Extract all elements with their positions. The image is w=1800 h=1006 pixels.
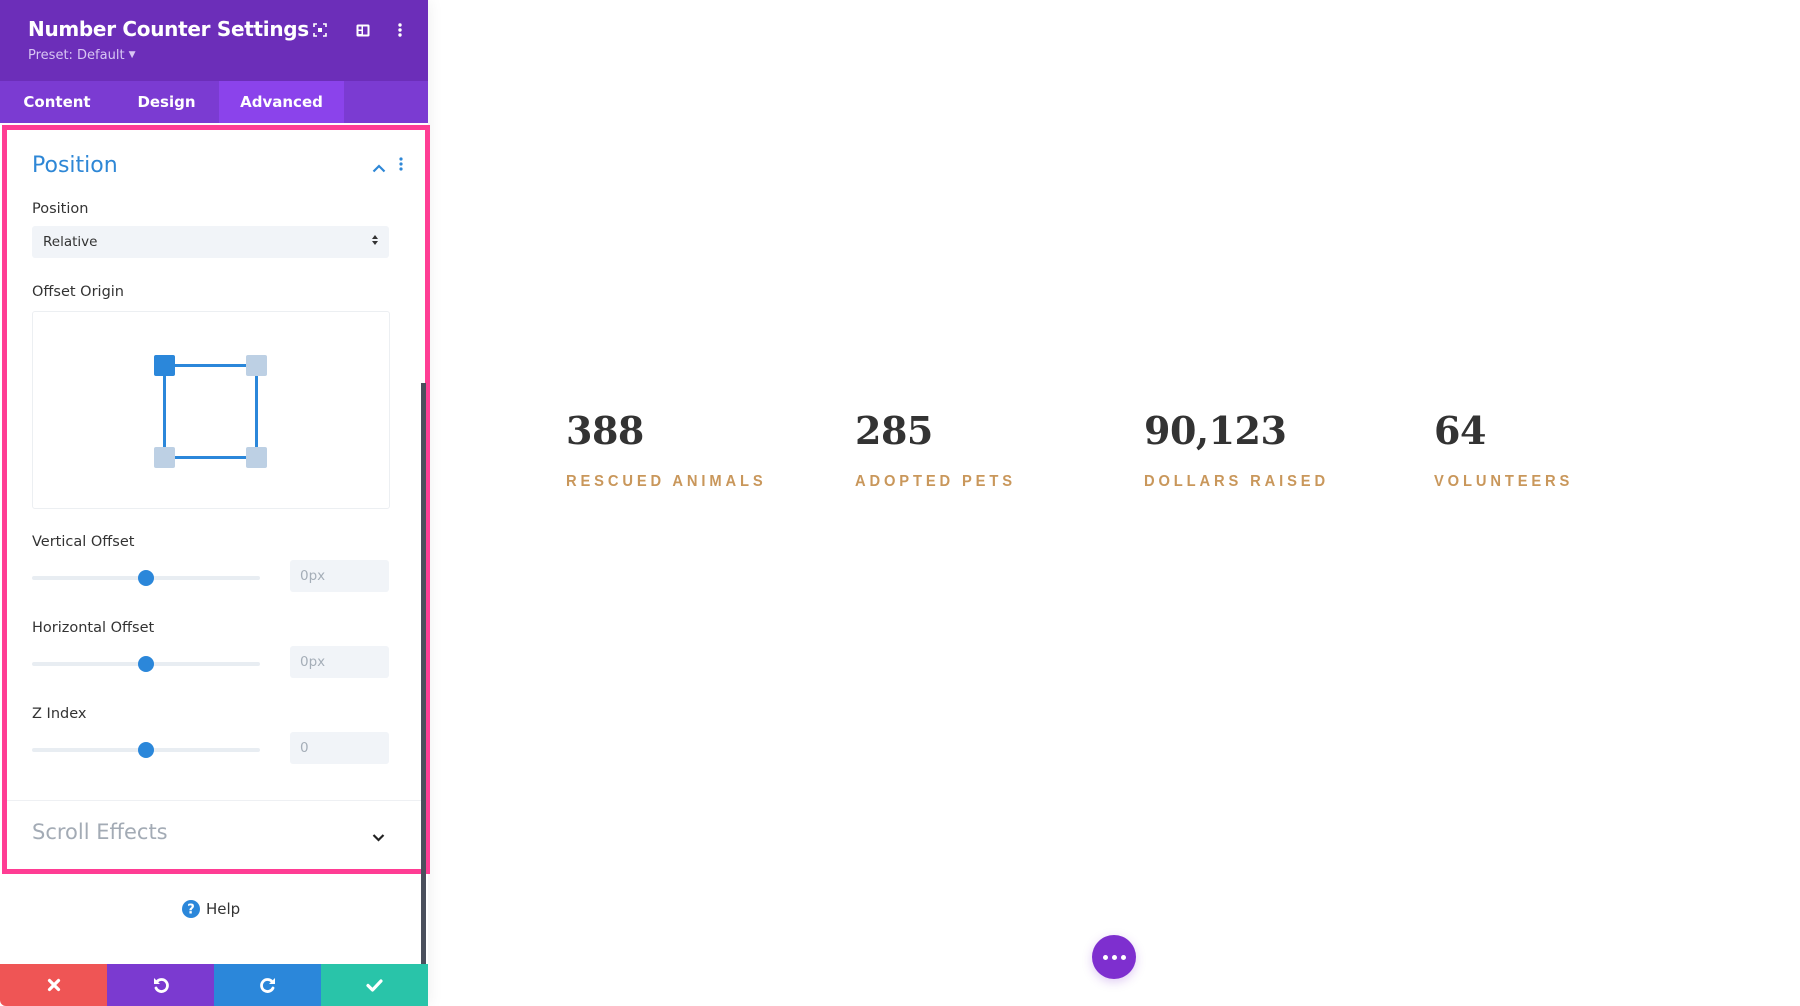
dot-icon — [1111, 954, 1117, 960]
counter-label: DOLLARS RAISED — [1144, 473, 1329, 490]
counter-number: 64 — [1434, 408, 1486, 453]
counter-number: 388 — [566, 408, 644, 453]
preset-label: Preset: Default — [28, 48, 125, 63]
horizontal-offset-slider[interactable] — [32, 654, 260, 674]
origin-frame-top — [164, 364, 257, 367]
settings-panel: Number Counter Settings Preset: Default ▼… — [0, 0, 430, 1006]
z-index-input[interactable] — [290, 732, 389, 764]
slider-thumb[interactable] — [138, 742, 154, 758]
undo-icon — [153, 978, 169, 993]
page-options-button[interactable] — [1092, 935, 1136, 979]
slider-thumb[interactable] — [138, 570, 154, 586]
origin-frame-left — [163, 365, 166, 458]
save-button[interactable] — [321, 964, 428, 1006]
origin-bottom-left[interactable] — [154, 447, 175, 468]
svg-text:?: ? — [187, 903, 195, 918]
chevron-up-icon[interactable] — [372, 160, 386, 178]
origin-frame-bottom — [164, 456, 257, 459]
horizontal-offset-input[interactable] — [290, 646, 389, 678]
tab-content[interactable]: Content — [0, 81, 114, 123]
chevron-down-icon[interactable] — [372, 829, 385, 847]
offset-origin-label: Offset Origin — [32, 284, 124, 300]
action-bar — [0, 964, 428, 1006]
offset-origin-picker — [32, 311, 390, 509]
z-index-slider[interactable] — [32, 740, 260, 760]
counter-number: 285 — [855, 408, 933, 453]
split-view-icon[interactable] — [353, 20, 373, 40]
counter-label: RESCUED ANIMALS — [566, 473, 767, 490]
caret-down-icon: ▼ — [128, 50, 136, 60]
close-icon — [47, 978, 60, 992]
check-icon — [366, 978, 383, 992]
select-arrows-icon — [371, 233, 379, 252]
horizontal-offset-label: Horizontal Offset — [32, 620, 155, 636]
dot-icon — [1102, 954, 1108, 960]
help-label: Help — [206, 900, 241, 918]
undo-button[interactable] — [107, 964, 214, 1006]
preset-dropdown[interactable]: Preset: Default ▼ — [28, 48, 135, 63]
vertical-offset-label: Vertical Offset — [32, 534, 135, 550]
counter-adopted-pets[interactable]: 285 ADOPTED PETS — [855, 408, 1030, 491]
counter-label: ADOPTED PETS — [855, 473, 1016, 490]
panel-tabs: Content Design Advanced — [0, 81, 428, 123]
section-divider — [5, 800, 421, 801]
counter-volunteers[interactable]: 64 VOLUNTEERS — [1434, 408, 1585, 491]
origin-top-left[interactable] — [154, 355, 175, 376]
counter-label: VOLUNTEERS — [1434, 473, 1574, 490]
vertical-offset-slider[interactable] — [32, 568, 260, 588]
z-index-label: Z Index — [32, 706, 87, 722]
origin-frame-right — [255, 365, 258, 458]
origin-frame — [154, 355, 267, 468]
origin-top-right[interactable] — [246, 355, 267, 376]
slider-thumb[interactable] — [138, 656, 154, 672]
scroll-effects-section-title[interactable]: Scroll Effects — [32, 820, 168, 844]
panel-header: Number Counter Settings Preset: Default ▼ — [0, 0, 428, 81]
counter-dollars-raised[interactable]: 90,123 DOLLARS RAISED — [1144, 408, 1345, 491]
position-select[interactable]: Relative — [32, 226, 389, 258]
counter-number: 90,123 — [1144, 408, 1287, 453]
position-label: Position — [32, 201, 89, 217]
position-section-title[interactable]: Position — [32, 153, 118, 178]
redo-icon — [259, 978, 275, 993]
position-select-value: Relative — [43, 234, 98, 250]
help-link[interactable]: ? Help — [182, 900, 240, 918]
tab-design[interactable]: Design — [114, 81, 219, 123]
panel-title: Number Counter Settings — [28, 17, 309, 41]
dot-icon — [1120, 954, 1126, 960]
redo-button[interactable] — [214, 964, 321, 1006]
more-options-icon[interactable] — [390, 20, 410, 40]
discard-button[interactable] — [0, 964, 107, 1006]
help-icon: ? — [182, 900, 200, 918]
vertical-offset-input[interactable] — [290, 560, 389, 592]
panel-scrollbar[interactable] — [421, 383, 426, 964]
tab-advanced[interactable]: Advanced — [219, 81, 344, 123]
section-options-icon[interactable] — [399, 157, 403, 176]
fullscreen-icon[interactable] — [310, 20, 330, 40]
counter-rescued-animals[interactable]: 388 RESCUED ANIMALS — [566, 408, 784, 491]
origin-bottom-right[interactable] — [246, 447, 267, 468]
